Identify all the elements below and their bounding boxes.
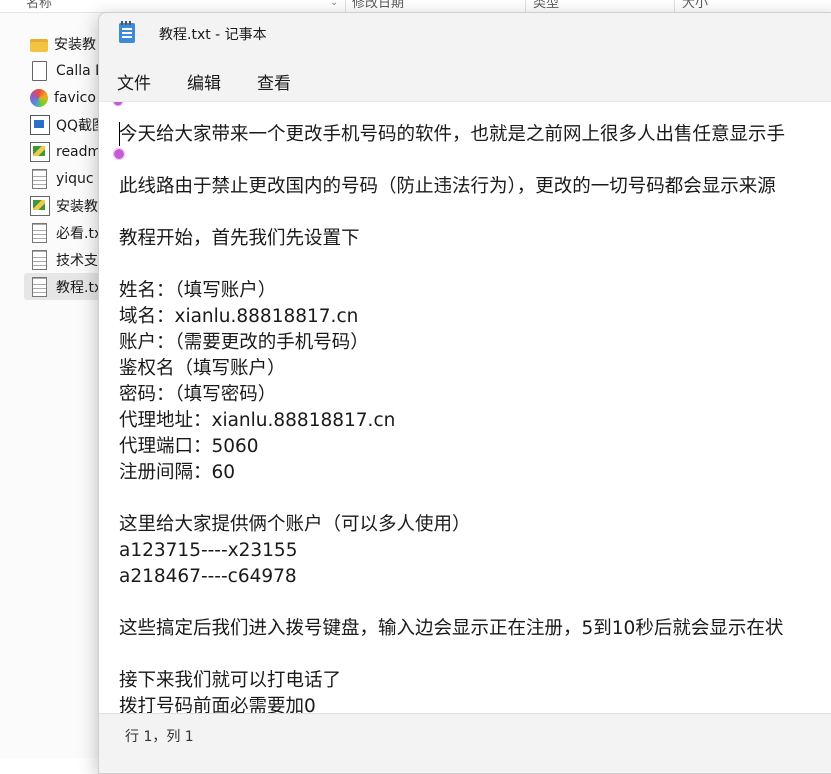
text-line <box>119 148 785 174</box>
text-line: a123715----x23155 <box>119 540 298 561</box>
column-header-name[interactable]: 名称 <box>26 0 52 12</box>
text-line: 教程开始，首先我们先设置下 <box>119 228 360 249</box>
text-line: 拨打号码前面必需要加0 <box>119 696 316 714</box>
notepadpp-file-icon <box>30 195 50 216</box>
text-line: 这里给大家提供俩个账户（可以多人使用） <box>119 514 471 535</box>
file-name: 安装教 <box>56 198 98 215</box>
file-name: readm <box>56 143 102 160</box>
title-bar[interactable]: 教程.txt - 记事本 <box>99 13 831 53</box>
file-list: 安装教 Calla D favico QQ截图 readm yiquc 安装教 <box>24 30 104 300</box>
column-separator[interactable] <box>345 0 346 12</box>
chevron-down-icon[interactable]: ⌄ <box>330 0 338 8</box>
file-row[interactable]: readm <box>24 138 104 165</box>
status-bar: 行 1，列 1 <box>99 713 831 760</box>
text-line: 代理端口：5060 <box>119 436 259 457</box>
text-line: 注册间隔：60 <box>119 462 236 483</box>
file-row[interactable]: 技术支 <box>24 246 104 273</box>
text-line <box>119 642 785 668</box>
column-header-size[interactable]: 大小 <box>682 0 708 12</box>
file-name: 安装教 <box>54 36 96 53</box>
file-name: 教程.tx <box>56 279 103 296</box>
text-line: 账户：（需要更改的手机号码） <box>119 332 369 353</box>
file-name: QQ截图 <box>56 117 104 134</box>
file-row[interactable]: 必看.tx <box>24 219 104 246</box>
text-line: 姓名：（填写账户） <box>119 280 277 301</box>
file-row[interactable]: yiquc <box>24 165 104 192</box>
color-wheel-icon <box>30 88 48 107</box>
selection-handle-top[interactable] <box>112 102 124 106</box>
text-line <box>119 590 785 616</box>
text-file-icon <box>32 249 47 270</box>
file-row-selected[interactable]: 教程.tx <box>24 273 104 300</box>
file-row[interactable]: QQ截图 <box>24 111 104 138</box>
column-header-type[interactable]: 类型 <box>533 0 559 12</box>
text-line: 密码：（填写密码） <box>119 384 277 405</box>
folder-icon <box>30 38 48 52</box>
notepad-app-icon <box>119 21 135 43</box>
file-row[interactable]: 安装教 <box>24 192 104 219</box>
text-line: 鉴权名（填写账户） <box>119 358 286 379</box>
file-name: 技术支 <box>56 252 98 269</box>
cursor-position: 行 1，列 1 <box>125 729 194 745</box>
menu-file[interactable]: 文件 <box>117 69 151 94</box>
file-row[interactable]: 安装教 <box>24 30 104 57</box>
menu-bar: 文件 编辑 查看 <box>99 61 831 97</box>
window-title: 教程.txt - 记事本 <box>159 27 267 43</box>
text-line: 域名：xianlu.88818817.cn <box>119 306 359 327</box>
text-line: 代理地址：xianlu.88818817.cn <box>119 410 396 431</box>
notepad-window: 教程.txt - 记事本 文件 编辑 查看 今天给大家带来一个更改手机号码的软件… <box>98 12 831 774</box>
column-header-date[interactable]: 修改日期 <box>352 0 404 12</box>
text-file-icon <box>32 276 47 297</box>
file-row[interactable]: favico <box>24 84 104 111</box>
menu-edit[interactable]: 编辑 <box>187 69 221 94</box>
file-row[interactable]: Calla D <box>24 57 104 84</box>
column-separator[interactable] <box>674 0 675 12</box>
text-line: a218467----c64978 <box>119 566 297 587</box>
text-line: 这些搞定后我们进入拨号键盘，输入边会显示正在注册，5到10秒后就会显示在状 <box>119 618 784 639</box>
text-line: 接下来我们就可以打电话了 <box>119 670 342 691</box>
text-editor-area[interactable]: 今天给大家带来一个更改手机号码的软件，也就是之前网上很多人出售任意显示手 此线路… <box>99 101 831 714</box>
file-name: yiquc <box>56 170 94 187</box>
file-name: favico <box>54 89 96 106</box>
file-name: Calla D <box>56 62 104 79</box>
text-line: 此线路由于禁止更改国内的号码（防止违法行为），更改的一切号码都会显示来源 <box>119 176 776 197</box>
text-content[interactable]: 今天给大家带来一个更改手机号码的软件，也就是之前网上很多人出售任意显示手 此线路… <box>119 122 785 714</box>
text-file-icon <box>32 168 47 189</box>
text-file-icon <box>32 222 47 243</box>
image-file-icon <box>30 114 50 135</box>
text-line <box>119 252 785 278</box>
text-line: 今天给大家带来一个更改手机号码的软件，也就是之前网上很多人出售任意显示手 <box>119 124 786 145</box>
document-icon <box>32 60 47 81</box>
column-separator[interactable] <box>525 0 526 12</box>
menu-view[interactable]: 查看 <box>257 69 291 94</box>
notepadpp-file-icon <box>30 141 50 162</box>
text-line <box>119 200 785 226</box>
file-name: 必看.tx <box>56 225 103 242</box>
text-line <box>119 486 785 512</box>
